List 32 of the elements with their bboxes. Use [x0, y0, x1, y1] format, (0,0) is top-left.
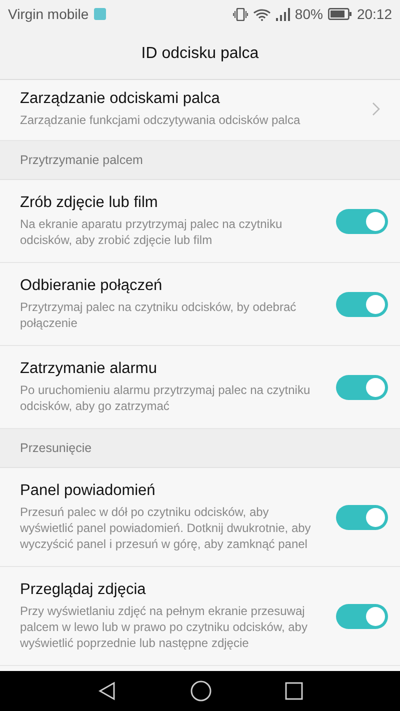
section-header: Przesunięcie	[20, 441, 92, 455]
battery-icon	[328, 8, 352, 20]
item-description: Na ekranie aparatu przytrzymaj palec na czytniku odcisków, aby zrobić zdjęcie lub film	[20, 216, 284, 248]
item-title: Panel powiadomień	[20, 482, 156, 500]
item-description: Po uruchomieniu alarmu przytrzymaj palec na czytniku odcisków, aby go zatrzymać	[20, 382, 312, 414]
item-title: Zrób zdjęcie lub film	[20, 194, 158, 212]
section-header: Przytrzymanie palcem	[20, 153, 143, 167]
chevron-icon	[372, 102, 380, 116]
item-description: Zarządzanie funkcjami odczytywania odcisków palca	[20, 112, 300, 128]
item-description: Przytrzymaj palec na czytniku odcisków, by odebrać połączenie	[20, 299, 298, 331]
toggle-switch[interactable]	[336, 604, 388, 628]
signal-icon	[276, 8, 290, 20]
clock-time: 20:12	[356, 6, 392, 22]
toggle-switch[interactable]	[336, 504, 388, 530]
home-icon[interactable]	[190, 680, 212, 702]
item-title: Zarządzanie odciskami palca	[20, 90, 220, 108]
toggle-switch[interactable]	[336, 292, 388, 316]
toggle-switch[interactable]	[336, 208, 388, 234]
item-title: Zatrzymanie alarmu	[20, 360, 157, 378]
wifi-icon	[252, 8, 271, 20]
item-title: Odbieranie połączeń	[20, 277, 162, 295]
item-title: Przeglądaj zdjęcia	[20, 581, 146, 599]
item-description: Przesuń palec w dół po czytniku odcisków, aby wyświetlić panel powiadomień. Dotknij dwukrotnie, aby wyczyścić panel i przesuń w górę, aby zamknąć panel	[20, 504, 312, 552]
vibrate-icon	[232, 8, 248, 20]
notification-icon	[94, 8, 106, 20]
toggle-switch[interactable]	[336, 374, 388, 400]
carrier-name: Virgin mobile	[8, 6, 89, 22]
back-icon[interactable]	[96, 681, 117, 701]
screen-title: ID odcisku palca	[141, 44, 259, 62]
item-description: Przy wyświetlaniu zdjęć na pełnym ekranie przesuwaj palcem w lewo lub w prawo po czytniku odcisków, aby wyświetlić poprzednie lub następne zdjęcie	[20, 603, 308, 651]
recent-apps-icon[interactable]	[285, 682, 304, 700]
battery-percentage: 80%	[294, 6, 323, 22]
